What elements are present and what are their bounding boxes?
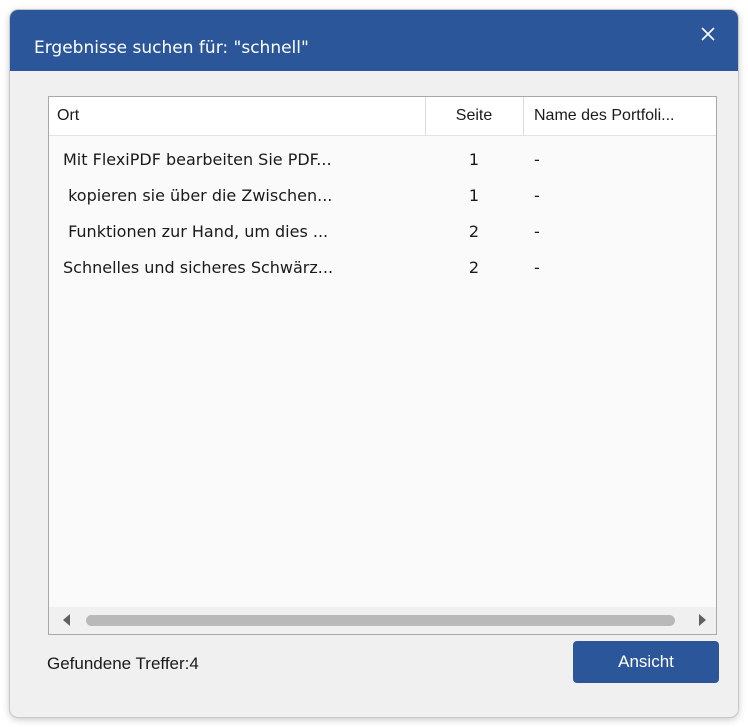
results-list[interactable]: Ort Seite Name des Portfoli... Mit Flexi… xyxy=(48,96,717,635)
column-header-portfolio[interactable]: Name des Portfoli... xyxy=(534,97,716,135)
row-portfolio: - xyxy=(534,186,540,205)
close-icon xyxy=(701,27,715,41)
row-location: kopieren sie über die Zwischen... xyxy=(63,186,333,205)
close-button[interactable] xyxy=(692,18,724,50)
row-page: 1 xyxy=(468,186,480,205)
view-button[interactable]: Ansicht xyxy=(573,641,719,683)
table-row[interactable]: Schnelles und sicheres Schwärz... 2 - xyxy=(49,250,716,286)
horizontal-scrollbar[interactable] xyxy=(49,607,716,634)
row-page: 2 xyxy=(468,222,480,241)
row-portfolio: - xyxy=(534,150,540,169)
scroll-left-icon[interactable] xyxy=(63,614,70,626)
column-header-ort[interactable]: Ort xyxy=(57,97,417,135)
row-location: Mit FlexiPDF bearbeiten Sie PDF... xyxy=(63,150,332,169)
row-page: 2 xyxy=(468,258,480,277)
row-location: Schnelles und sicheres Schwärz... xyxy=(63,258,334,277)
title-bar: Ergebnisse suchen für: "schnell" xyxy=(10,10,738,71)
list-header: Ort Seite Name des Portfoli... xyxy=(49,97,716,136)
scrollbar-thumb[interactable] xyxy=(86,615,675,626)
search-results-dialog: Ergebnisse suchen für: "schnell" Ort Sei… xyxy=(10,10,738,717)
column-divider[interactable] xyxy=(523,97,524,135)
found-count-label: Gefundene Treffer:4 xyxy=(47,654,199,673)
row-portfolio: - xyxy=(534,258,540,277)
table-row[interactable]: Funktionen zur Hand, um dies ... 2 - xyxy=(49,214,716,250)
dialog-title: Ergebnisse suchen für: "schnell" xyxy=(34,38,309,58)
row-portfolio: - xyxy=(534,222,540,241)
table-row[interactable]: kopieren sie über die Zwischen... 1 - xyxy=(49,178,716,214)
scroll-right-icon[interactable] xyxy=(699,614,706,626)
table-row[interactable]: Mit FlexiPDF bearbeiten Sie PDF... 1 - xyxy=(49,142,716,178)
row-location: Funktionen zur Hand, um dies ... xyxy=(63,222,329,241)
column-header-seite[interactable]: Seite xyxy=(426,97,522,135)
row-page: 1 xyxy=(468,150,480,169)
